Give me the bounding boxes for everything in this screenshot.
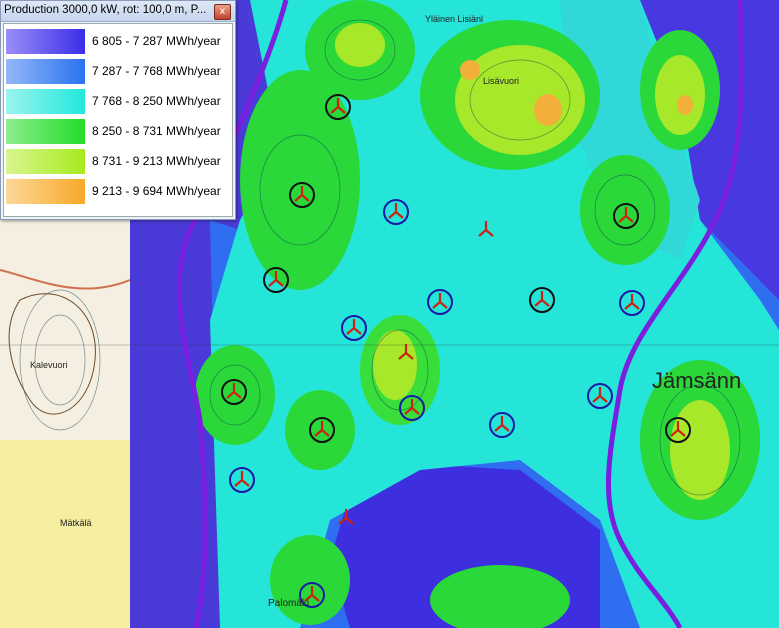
legend-row: 6 805 - 7 287 MWh/year	[6, 28, 230, 56]
farm-label: Yläinen Lisiänl	[425, 14, 484, 24]
hill-label: Kalevuori	[30, 360, 68, 370]
zone-green-10	[270, 535, 350, 625]
legend-title: Production 3000,0 kW, rot: 100,0 m, P...	[4, 4, 207, 16]
zone-green-6	[195, 345, 275, 445]
zone-orange-3	[677, 95, 693, 115]
village-label: Lisävuori	[483, 76, 520, 86]
legend-window[interactable]: Production 3000,0 kW, rot: 100,0 m, P...…	[0, 0, 236, 220]
legend-row: 7 768 - 8 250 MWh/year	[6, 88, 230, 116]
legend-label: 6 805 - 7 287 MWh/year	[92, 34, 221, 48]
legend-swatch	[6, 149, 85, 174]
town-label: Jämsänn	[652, 368, 742, 393]
legend-label: 8 731 - 9 213 MWh/year	[92, 154, 221, 168]
legend-label: 8 250 - 8 731 MWh/year	[92, 124, 221, 138]
legend-label: 7 287 - 7 768 MWh/year	[92, 64, 221, 78]
zone-green-1	[240, 70, 360, 290]
legend-swatch	[6, 179, 85, 204]
legend-titlebar[interactable]: Production 3000,0 kW, rot: 100,0 m, P...…	[1, 1, 235, 22]
legend-row: 7 287 - 7 768 MWh/year	[6, 58, 230, 86]
legend-label: 9 213 - 9 694 MWh/year	[92, 184, 221, 198]
legend-swatch	[6, 29, 85, 54]
bottom-place-label: Palomäki	[268, 598, 310, 609]
close-button[interactable]: x	[214, 4, 231, 20]
legend-row: 8 250 - 8 731 MWh/year	[6, 118, 230, 146]
zone-lime-3	[670, 400, 730, 500]
legend-label: 7 768 - 8 250 MWh/year	[92, 94, 221, 108]
zone-orange-1	[534, 94, 562, 126]
zone-green-7	[285, 390, 355, 470]
zone-lime-5	[335, 23, 385, 67]
legend-swatch	[6, 89, 85, 114]
fields-yellow	[0, 440, 130, 628]
legend-swatch	[6, 59, 85, 84]
legend-row: 8 731 - 9 213 MWh/year	[6, 148, 230, 176]
legend-row: 9 213 - 9 694 MWh/year	[6, 178, 230, 206]
zone-orange-2	[460, 60, 480, 80]
legend-swatch	[6, 119, 85, 144]
zone-lime-2	[655, 55, 705, 135]
zone-lime-4	[373, 330, 417, 400]
left-place-label: Mätkälä	[60, 518, 92, 528]
legend-body: 6 805 - 7 287 MWh/year 7 287 - 7 768 MWh/…	[3, 23, 233, 217]
